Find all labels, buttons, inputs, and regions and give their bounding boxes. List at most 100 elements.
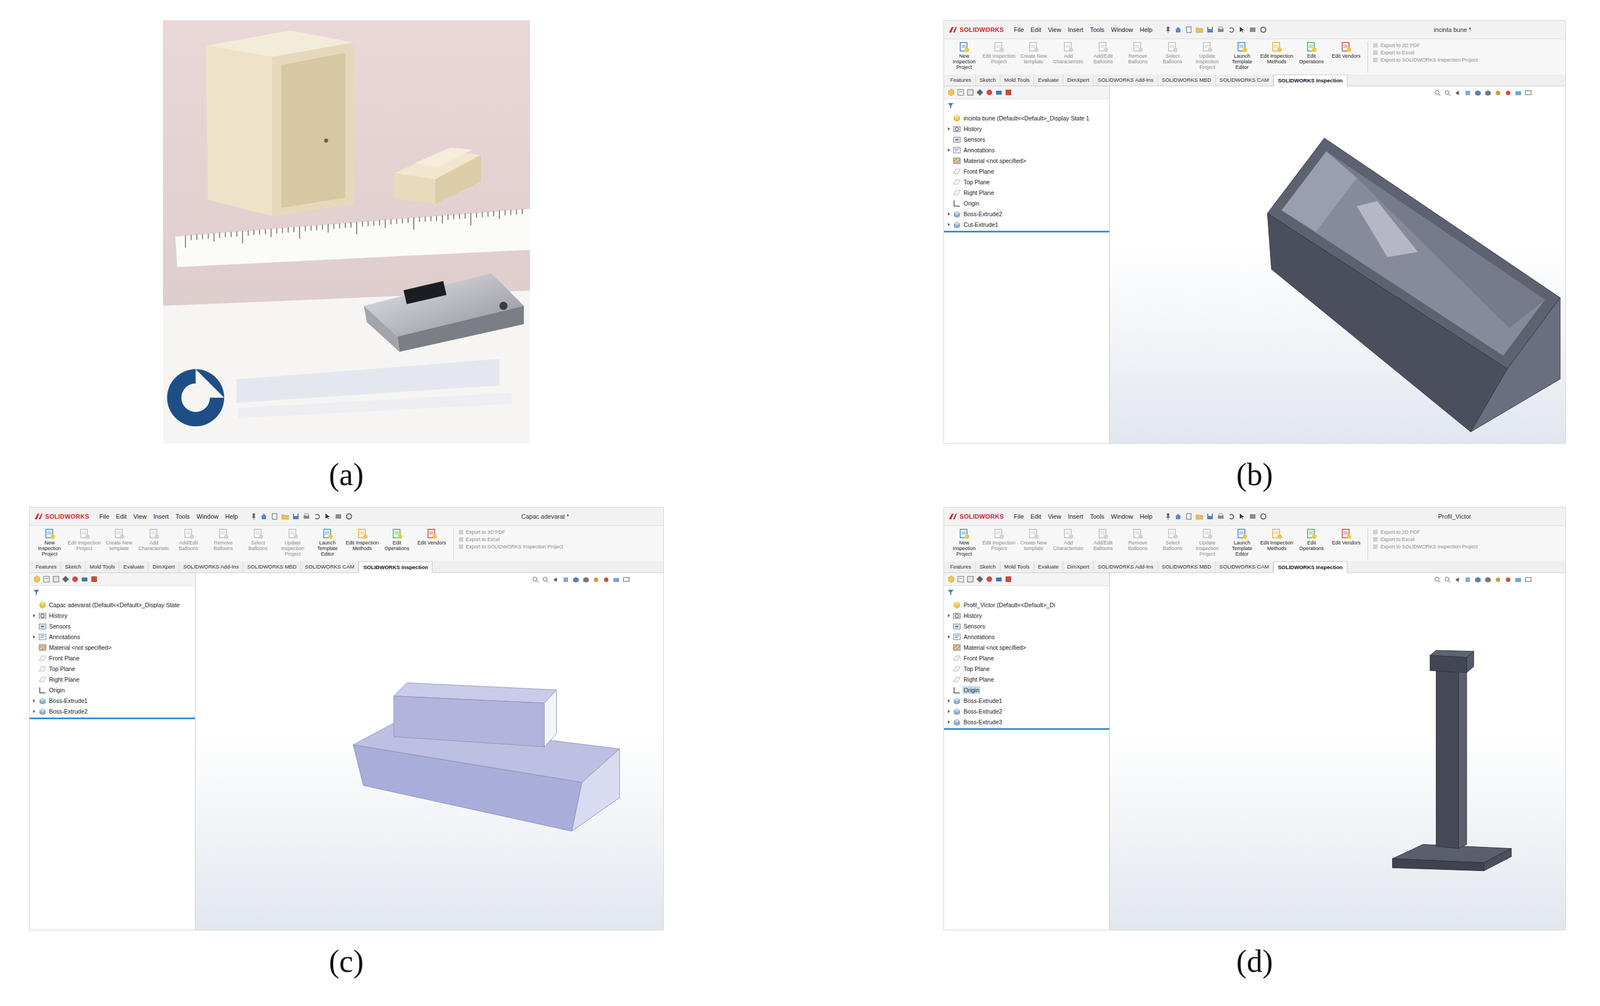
export-button[interactable]: Export to Excel — [1372, 536, 1478, 543]
command-tab[interactable]: Features — [946, 561, 976, 573]
ribbon-button[interactable]: Launch Template Editor — [1225, 41, 1259, 71]
ribbon-button[interactable]: Create New template — [102, 528, 137, 552]
command-tab[interactable]: SOLIDWORKS Add-Ins — [1093, 74, 1158, 86]
graphics-area[interactable] — [1109, 573, 1566, 930]
ribbon-button[interactable]: Select Balloons — [241, 528, 276, 552]
tree-item[interactable]: Capac adevarat (Default<<Default>_Displa… — [29, 599, 195, 611]
tree-item[interactable]: Right Plane — [29, 673, 195, 685]
ribbon-button[interactable]: Remove Balloons — [1121, 41, 1155, 65]
ribbon-button[interactable]: Add Characteristic — [1051, 41, 1086, 65]
tree-item[interactable]: History — [943, 123, 1110, 134]
tree-filter[interactable] — [29, 585, 195, 600]
expander[interactable] — [946, 189, 952, 195]
command-tab[interactable]: DimXpert — [1063, 74, 1095, 86]
ribbon-button[interactable]: Create New template — [1016, 41, 1051, 65]
ribbon-button[interactable]: New Inspection Project — [947, 528, 981, 558]
expander[interactable] — [31, 666, 37, 672]
expander[interactable] — [31, 687, 37, 693]
menu-item[interactable]: File — [1014, 26, 1025, 34]
expander[interactable] — [31, 676, 37, 682]
command-tab[interactable]: SOLIDWORKS Inspection — [1273, 74, 1348, 87]
part-model[interactable] — [195, 573, 664, 930]
tree-item[interactable]: Boss-Extrude2 — [943, 208, 1110, 220]
menu-item[interactable]: Edit — [1030, 26, 1042, 34]
ribbon-button[interactable]: Update Inspection Project — [1190, 528, 1225, 558]
command-tab[interactable]: SOLIDWORKS MBD — [1157, 74, 1216, 86]
expander[interactable] — [946, 719, 952, 725]
ribbon-button[interactable]: Edit Vendors — [1329, 528, 1364, 547]
tree-item[interactable]: History — [943, 610, 1110, 621]
export-button[interactable]: Export to 2D PDF — [458, 529, 564, 536]
tree-item[interactable]: Front Plane — [943, 165, 1110, 177]
ribbon-button[interactable]: Update Inspection Project — [276, 528, 310, 558]
expander[interactable] — [946, 666, 952, 672]
expander[interactable] — [31, 612, 37, 618]
expander[interactable] — [31, 644, 37, 650]
tree-item[interactable]: Sensors — [29, 620, 195, 632]
menu-item[interactable]: Help — [1139, 513, 1153, 520]
tree-item[interactable]: Sensors — [943, 133, 1110, 145]
export-button[interactable]: Export to 2D PDF — [1372, 529, 1478, 536]
expander[interactable] — [946, 698, 952, 704]
tree-item[interactable]: Top Plane — [29, 663, 195, 674]
menu-item[interactable]: Tools — [1090, 513, 1105, 520]
export-button[interactable]: Export to 2D PDF — [1372, 42, 1478, 49]
tree-item[interactable]: Material <not specified> — [943, 155, 1110, 166]
expander[interactable] — [946, 676, 952, 682]
tree-item[interactable]: Top Plane — [943, 176, 1110, 188]
menu-item[interactable]: Tools — [1090, 26, 1105, 34]
expander[interactable] — [946, 708, 952, 714]
ribbon-button[interactable]: Edit Inspection Methods — [1259, 41, 1294, 65]
command-tab[interactable]: Features — [946, 74, 976, 86]
command-tab[interactable]: Evaluate — [1034, 561, 1064, 573]
expander[interactable] — [946, 168, 952, 174]
command-tab[interactable]: SOLIDWORKS Inspection — [1273, 561, 1348, 574]
ribbon-button[interactable]: Launch Template Editor — [1225, 528, 1259, 558]
menu-item[interactable]: Insert — [153, 513, 170, 520]
ribbon-button[interactable]: Add/Edit Balloons — [1086, 41, 1120, 65]
ribbon-button[interactable]: Select Balloons — [1155, 41, 1190, 65]
expander[interactable] — [946, 634, 952, 640]
tree-item[interactable]: Right Plane — [943, 187, 1110, 198]
expander[interactable] — [946, 200, 952, 206]
command-tab[interactable]: Mold Tools — [1000, 74, 1035, 86]
rollback-bar[interactable] — [29, 717, 195, 720]
tree-item[interactable]: Front Plane — [943, 652, 1110, 664]
tree-filter[interactable] — [943, 99, 1110, 113]
ribbon-button[interactable]: New Inspection Project — [947, 41, 981, 71]
export-button[interactable]: Export to SOLIDWORKS Inspection Project — [1372, 57, 1478, 63]
ribbon-button[interactable]: Remove Balloons — [1121, 528, 1155, 552]
command-tab[interactable]: SOLIDWORKS MBD — [1157, 561, 1216, 573]
tree-item[interactable]: Origin — [943, 684, 1110, 696]
export-button[interactable]: Export to Excel — [458, 536, 564, 543]
rollback-bar[interactable] — [943, 728, 1110, 730]
expander[interactable] — [946, 644, 952, 650]
part-model[interactable] — [1109, 86, 1566, 444]
command-tab[interactable]: SOLIDWORKS Add-Ins — [1093, 561, 1158, 573]
tree-item[interactable]: Origin — [29, 684, 195, 696]
expander[interactable] — [946, 147, 952, 153]
command-tab[interactable]: Evaluate — [1034, 74, 1064, 86]
command-tab[interactable]: Mold Tools — [85, 561, 120, 573]
expander[interactable] — [946, 221, 952, 227]
menu-item[interactable]: Window — [1110, 513, 1133, 520]
ribbon-button[interactable]: Edit Operations — [1294, 528, 1329, 552]
command-tab[interactable]: DimXpert — [1063, 561, 1095, 573]
ribbon-button[interactable]: Edit Inspection Project — [982, 528, 1016, 552]
tree-item[interactable]: Material <not specified> — [943, 642, 1110, 653]
menu-item[interactable]: View — [1047, 26, 1062, 34]
menu-item[interactable]: Edit — [1030, 513, 1042, 520]
expander[interactable] — [946, 126, 952, 132]
tree-item[interactable]: Profil_Victor (Default<<Default>_Di — [943, 599, 1110, 611]
ribbon-button[interactable]: Edit Vendors — [1329, 41, 1364, 60]
expander[interactable] — [31, 708, 37, 714]
ribbon-button[interactable]: Add Characteristic — [1051, 528, 1086, 552]
command-tab[interactable]: SOLIDWORKS Add-Ins — [179, 561, 244, 573]
expander[interactable] — [31, 602, 37, 608]
tree-item[interactable]: Cut-Extrude1 — [943, 219, 1110, 230]
ribbon-button[interactable]: Add Characteristic — [137, 528, 171, 552]
tree-filter[interactable] — [943, 585, 1110, 600]
rollback-bar[interactable] — [943, 230, 1110, 233]
expander[interactable] — [946, 687, 952, 693]
command-tab[interactable]: Evaluate — [119, 561, 149, 573]
